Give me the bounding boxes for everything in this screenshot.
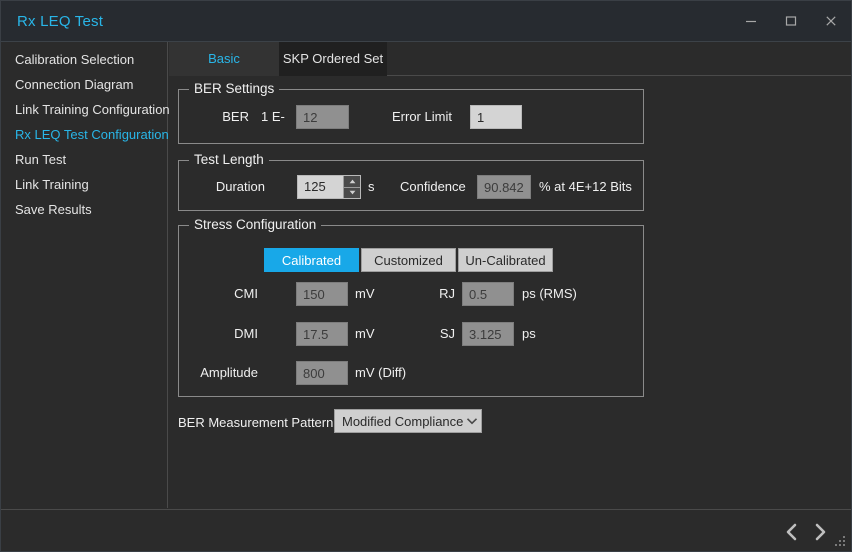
close-icon (825, 15, 837, 27)
dmi-label: DMI (179, 324, 258, 344)
stress-configuration-group: Stress Configuration Calibrated Customiz… (178, 225, 644, 397)
resize-grip-icon[interactable] (835, 536, 848, 549)
dmi-input[interactable]: 17.5 (296, 322, 348, 346)
previous-page-button[interactable] (779, 519, 805, 545)
confidence-value: 90.842 (477, 175, 531, 199)
caret-down-icon (349, 190, 356, 195)
close-button[interactable] (811, 1, 851, 41)
sj-input[interactable]: 3.125 (462, 322, 514, 346)
tab-bar: Basic SKP Ordered Set (169, 42, 851, 76)
rj-label: RJ (419, 284, 455, 304)
duration-input[interactable]: 125 (298, 176, 343, 198)
sidebar-item-link-training[interactable]: Link Training (1, 173, 167, 197)
next-page-button[interactable] (807, 519, 833, 545)
tab-basic[interactable]: Basic (169, 42, 279, 76)
duration-increment-button[interactable] (344, 176, 360, 188)
chevron-down-icon (463, 417, 481, 425)
amplitude-unit-label: mV (Diff) (355, 363, 406, 383)
stress-mode-calibrated[interactable]: Calibrated (264, 248, 359, 272)
test-length-group: Test Length Duration 125 (178, 160, 644, 211)
maximize-icon (785, 15, 797, 27)
content-panel: Basic SKP Ordered Set BER Settings BER 1… (169, 42, 851, 508)
duration-label: Duration (187, 177, 265, 197)
ber-measurement-pattern-select[interactable]: Modified Compliance (334, 409, 482, 433)
ber-settings-legend: BER Settings (189, 81, 279, 96)
ber-exponent-input[interactable]: 12 (296, 105, 349, 129)
ber-measurement-pattern-label: BER Measurement Pattern (178, 413, 333, 433)
duration-decrement-button[interactable] (344, 188, 360, 199)
stress-mode-selector: Calibrated Customized Un-Calibrated (264, 248, 553, 272)
duration-spinner[interactable]: 125 (297, 175, 361, 199)
stress-mode-un-calibrated[interactable]: Un-Calibrated (458, 248, 553, 272)
caret-up-icon (349, 179, 356, 184)
cmi-unit-label: mV (355, 284, 375, 304)
cmi-input[interactable]: 150 (296, 282, 348, 306)
amplitude-label: Amplitude (179, 363, 258, 383)
ber-settings-group: BER Settings BER 1 E- 12 Error Limit 1 (178, 89, 644, 144)
test-length-legend: Test Length (189, 152, 269, 167)
chevron-right-icon (812, 522, 828, 542)
ber-prefix-label: 1 E- (261, 107, 285, 127)
window-title: Rx LEQ Test (17, 13, 103, 30)
sidebar-item-run-test[interactable]: Run Test (1, 148, 167, 172)
tab-skp-ordered-set[interactable]: SKP Ordered Set (279, 42, 387, 76)
error-limit-input[interactable]: 1 (470, 105, 522, 129)
ber-label: BER (189, 107, 249, 127)
sidebar-item-calibration-selection[interactable]: Calibration Selection (1, 48, 167, 72)
minimize-button[interactable] (731, 1, 771, 41)
application-window: Rx LEQ Test Calibration Selection (0, 0, 852, 552)
title-bar: Rx LEQ Test (1, 1, 851, 42)
chevron-left-icon (784, 522, 800, 542)
confidence-unit-label: % at 4E+12 Bits (539, 177, 632, 197)
minimize-icon (745, 15, 757, 27)
sj-label: SJ (419, 324, 455, 344)
rj-input[interactable]: 0.5 (462, 282, 514, 306)
rj-unit-label: ps (RMS) (522, 284, 577, 304)
sj-unit-label: ps (522, 324, 536, 344)
duration-spinner-buttons (343, 176, 360, 198)
sidebar-navigation: Calibration Selection Connection Diagram… (1, 42, 168, 508)
duration-unit-label: s (368, 177, 375, 197)
window-controls (731, 1, 851, 41)
amplitude-input[interactable]: 800 (296, 361, 348, 385)
stress-mode-customized[interactable]: Customized (361, 248, 456, 272)
confidence-label: Confidence (400, 177, 466, 197)
cmi-label: CMI (179, 284, 258, 304)
sidebar-item-save-results[interactable]: Save Results (1, 198, 167, 222)
error-limit-label: Error Limit (392, 107, 452, 127)
maximize-button[interactable] (771, 1, 811, 41)
sidebar-item-connection-diagram[interactable]: Connection Diagram (1, 73, 167, 97)
footer-bar (1, 509, 851, 551)
stress-configuration-legend: Stress Configuration (189, 217, 321, 232)
dmi-unit-label: mV (355, 324, 375, 344)
sidebar-item-link-training-configuration[interactable]: Link Training Configuration (1, 98, 167, 122)
sidebar-item-rx-leq-test-configuration[interactable]: Rx LEQ Test Configuration (1, 123, 167, 147)
ber-measurement-pattern-value: Modified Compliance (335, 414, 463, 429)
